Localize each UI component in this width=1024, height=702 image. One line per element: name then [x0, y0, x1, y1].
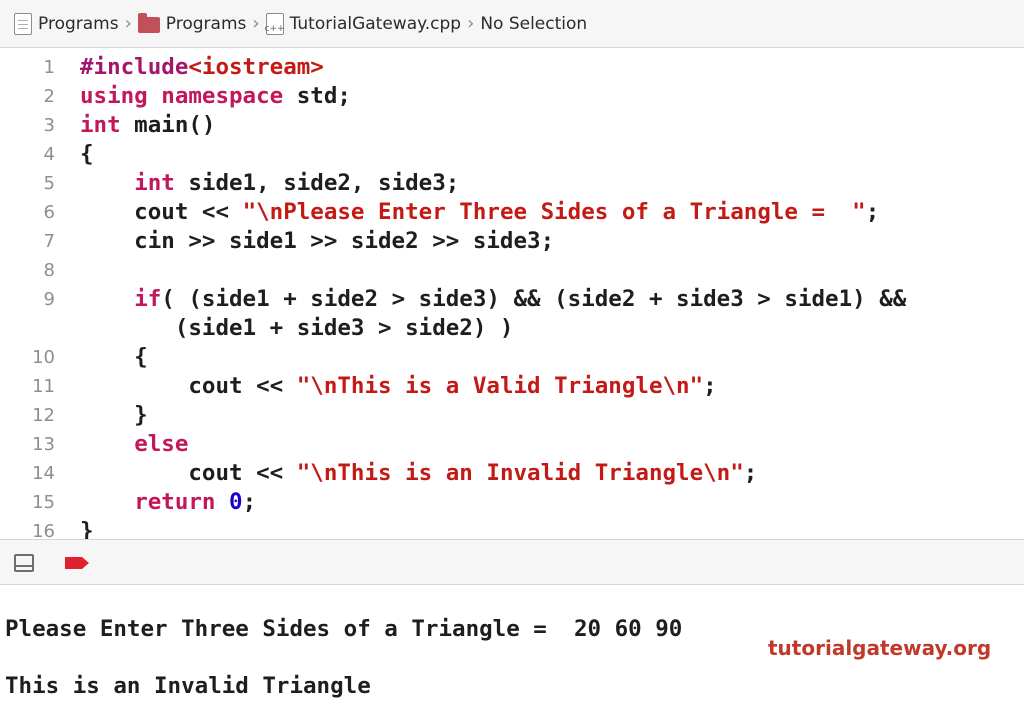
breadcrumb-item-selection[interactable]: No Selection: [480, 14, 587, 34]
code-text: else: [134, 431, 189, 457]
cpp-file-icon: c++: [265, 12, 285, 35]
code-text: cin >> side1 >> side2 >> side3;: [80, 228, 555, 254]
line-number: 10: [32, 347, 55, 368]
line-number: 2: [43, 86, 55, 107]
console-line: This is an Invalid Triangle: [5, 673, 371, 699]
code-editor[interactable]: 1 #include<iostream> 2 using namespace std;…: [0, 49, 1024, 544]
line-number: 7: [43, 231, 55, 252]
debug-bar: [0, 539, 1024, 585]
chevron-right-icon: ›: [252, 13, 260, 34]
jump-bar: Programs › Programs › c++ TutorialGatewa…: [0, 0, 1024, 48]
line-number: 3: [43, 115, 55, 136]
line-number: 6: [43, 202, 55, 223]
watermark-text: tutorialgateway.org: [768, 636, 992, 660]
document-icon: [14, 12, 32, 35]
code-text: return 0;: [134, 489, 257, 515]
code-text: cout << "\nThis is a Valid Triangle\n";: [80, 373, 717, 399]
breakpoint-icon[interactable]: [64, 556, 90, 570]
line-number: 8: [43, 260, 55, 281]
chevron-right-icon: ›: [124, 13, 132, 34]
console-line: Please Enter Three Sides of a Triangle =…: [5, 616, 683, 642]
breadcrumb-label: Programs: [165, 13, 247, 34]
code-text: if( (side1 + side2 > side3) && (side2 + …: [134, 286, 907, 312]
code-text: int main(): [80, 112, 216, 138]
breadcrumb-label: No Selection: [480, 13, 588, 34]
breadcrumb-item-programs-root[interactable]: Programs: [14, 12, 119, 35]
code-text: int side1, side2, side3;: [134, 170, 460, 196]
hide-debug-area-icon[interactable]: [14, 554, 34, 572]
code-text: using namespace std;: [80, 83, 351, 109]
line-number: 13: [32, 434, 55, 455]
breadcrumb-label: Programs: [38, 13, 119, 34]
code-text: cout << "\nPlease Enter Three Sides of a…: [80, 199, 880, 225]
code-text: {: [80, 141, 94, 167]
line-number: 12: [32, 405, 55, 426]
line-number: 9: [43, 289, 55, 310]
folder-icon: [137, 12, 160, 33]
chevron-right-icon: ›: [467, 13, 475, 34]
line-number: 14: [32, 463, 55, 484]
breadcrumb-item-file[interactable]: c++ TutorialGateway.cpp: [265, 12, 462, 35]
breadcrumb-item-programs-folder[interactable]: Programs: [137, 12, 247, 34]
code-text: #include<iostream>: [80, 54, 324, 80]
code-text: }: [80, 402, 148, 428]
line-number: 4: [43, 144, 55, 165]
code-text: cout << "\nThis is an Invalid Triangle\n…: [80, 460, 758, 486]
breadcrumb-label: TutorialGateway.cpp: [289, 13, 462, 34]
line-number: 1: [43, 57, 55, 78]
line-number: 11: [32, 376, 55, 397]
line-number: 5: [43, 173, 55, 194]
code-text: {: [80, 344, 148, 370]
code-text: (side1 + side3 > side2) ): [80, 315, 514, 341]
line-number: 15: [32, 492, 55, 513]
